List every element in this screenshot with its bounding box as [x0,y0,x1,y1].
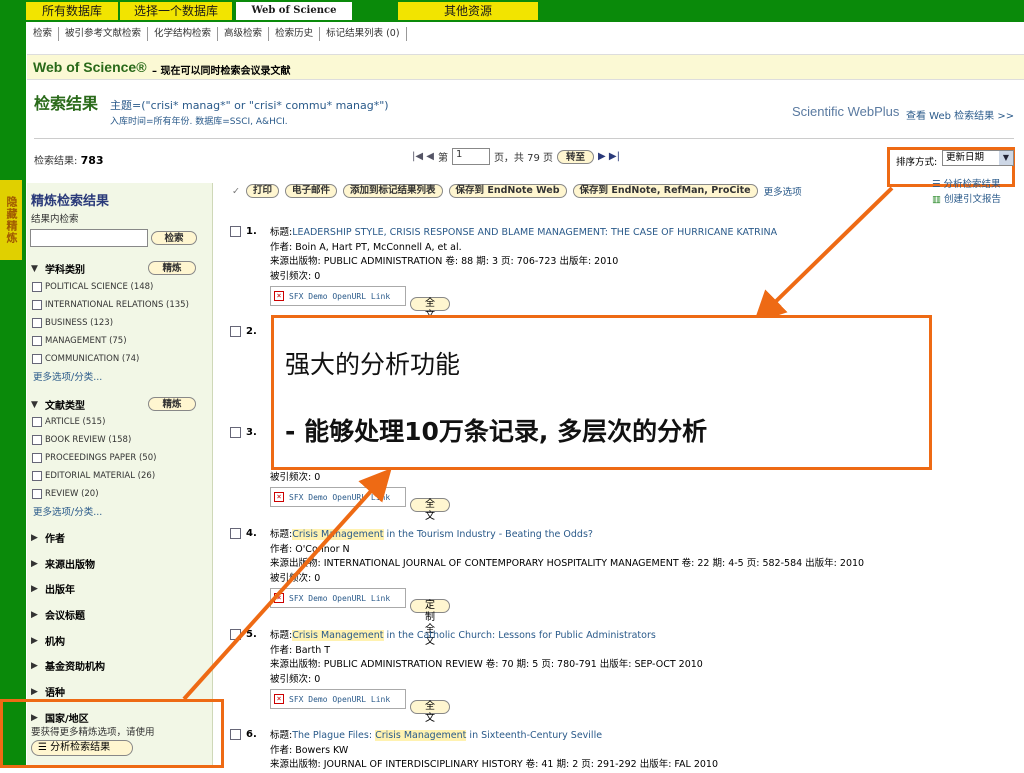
arrow-to-sort [753,186,894,324]
callout-line-2: - 能够处理10万条记录, 多层次的分析 [285,417,708,446]
arrow-to-analyze [182,468,392,701]
callout-line-1: 强大的分析功能 [285,350,461,379]
